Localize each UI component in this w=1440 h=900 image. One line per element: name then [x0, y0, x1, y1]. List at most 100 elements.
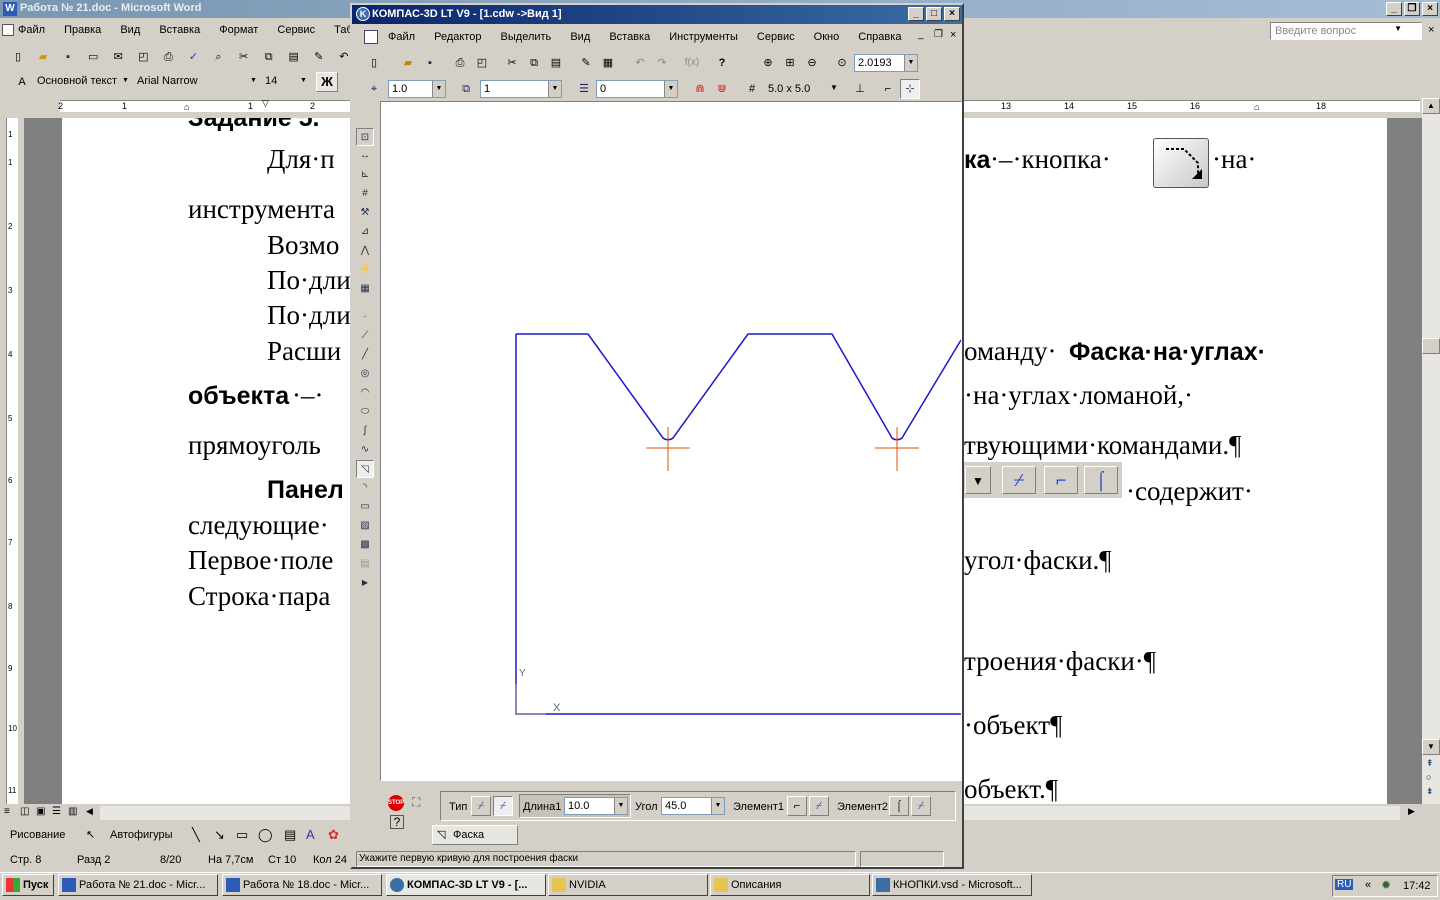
kompas-close-button[interactable]: ×: [944, 7, 960, 21]
kompas-undo-icon[interactable]: ↶: [630, 53, 650, 73]
select-panel-icon[interactable]: ⋀: [356, 242, 374, 260]
font-size-combo[interactable]: 14 ▼: [262, 73, 310, 91]
tray-expand-icon[interactable]: «: [1365, 879, 1371, 891]
kompas-doc-icon[interactable]: [364, 30, 378, 44]
line-style-combo[interactable]: 1.0 ▼: [388, 80, 446, 98]
browse-object-icon[interactable]: ○: [1426, 772, 1431, 782]
word-doc-close-icon[interactable]: ×: [1428, 24, 1434, 36]
word-minimize-button[interactable]: _: [1386, 2, 1402, 16]
kompas-redo-icon[interactable]: ↷: [652, 53, 672, 73]
next-page-icon[interactable]: ⇟: [1426, 786, 1434, 797]
length-input[interactable]: 10.0 ▼: [564, 797, 628, 815]
word-restore-button[interactable]: ❐: [1404, 2, 1420, 16]
save-icon[interactable]: ▪: [58, 47, 78, 67]
rectangle-tool-icon[interactable]: ▭: [236, 827, 248, 843]
chamfer-by-angle-icon[interactable]: ⌿: [493, 796, 513, 816]
kompas-paste-icon[interactable]: ▤: [546, 53, 566, 73]
symbols-panel-icon[interactable]: ⊾: [356, 166, 374, 184]
doc-restore-icon[interactable]: ❐: [934, 29, 943, 40]
circle-tool-icon[interactable]: ◎: [356, 365, 374, 383]
ellipse-tool-icon[interactable]: ⬭: [356, 403, 374, 421]
print-icon[interactable]: ⎙: [158, 47, 178, 67]
stop-icon[interactable]: STOP: [388, 795, 404, 811]
reports-panel-icon[interactable]: ▦: [356, 280, 374, 298]
kompas-format-icon[interactable]: ✎: [576, 53, 596, 73]
rectangle-tool-icon-k[interactable]: ▭: [356, 498, 374, 516]
zoom-in-icon[interactable]: ⊕: [758, 53, 778, 73]
word-menu-view[interactable]: Вид: [120, 24, 140, 36]
web-view-icon[interactable]: ◫: [20, 806, 29, 817]
normal-view-icon[interactable]: ≡: [4, 806, 10, 817]
grid-step-value[interactable]: 5.0 x 5.0: [768, 83, 810, 95]
task-word-18[interactable]: Работа № 18.doc - Micr...: [222, 874, 382, 896]
line-tool-icon[interactable]: ╲: [192, 827, 200, 843]
reading-view-icon[interactable]: ▥: [68, 806, 77, 817]
kompas-menu-select[interactable]: Выделить: [501, 31, 552, 43]
outline-view-icon[interactable]: ☰: [52, 806, 61, 817]
word-menu-insert[interactable]: Вставка: [159, 24, 200, 36]
fill-tool-icon[interactable]: ▩: [356, 536, 374, 554]
chevron-down-icon[interactable]: ▼: [1394, 24, 1402, 33]
ruler-indent-marker[interactable]: ⌂: [184, 102, 189, 112]
word-close-button[interactable]: ×: [1422, 2, 1438, 16]
element1-trim-icon[interactable]: ⌐: [787, 796, 807, 816]
parametrization-icon[interactable]: ⚒: [356, 204, 374, 222]
geometry-panel-icon[interactable]: ⊡: [356, 128, 374, 146]
kompas-open-icon[interactable]: ▰: [398, 53, 418, 73]
chamfer-tool-icon[interactable]: ◹: [356, 460, 374, 478]
kompas-preview-icon[interactable]: ◰: [472, 53, 492, 73]
task-kompas[interactable]: КОМПАС-3D LT V9 - [...: [386, 874, 546, 896]
email-icon[interactable]: ✉: [108, 47, 128, 67]
diagram-tool-icon[interactable]: ✿: [328, 827, 339, 843]
kompas-print-icon[interactable]: ⎙: [450, 53, 470, 73]
word-menu-format[interactable]: Формат: [219, 24, 258, 36]
word-menu-tools[interactable]: Сервис: [277, 24, 315, 36]
kompas-menu-service[interactable]: Сервис: [757, 31, 795, 43]
snap-magnet-icon[interactable]: ⋒: [690, 79, 710, 99]
angle-input[interactable]: 45.0 ▼: [661, 797, 725, 815]
point-tool-icon[interactable]: ·: [356, 308, 374, 326]
prev-page-icon[interactable]: ⇞: [1426, 758, 1434, 769]
kompas-menu-window[interactable]: Окно: [814, 31, 840, 43]
element2-trim-icon[interactable]: ⌠: [889, 796, 909, 816]
wordart-tool-icon[interactable]: A: [306, 827, 315, 842]
research-icon[interactable]: ⌕: [209, 47, 229, 67]
dimensions-panel-icon[interactable]: ↔: [356, 147, 374, 165]
zoom-combo[interactable]: 2.0193 ▼: [854, 54, 918, 72]
bug-tray-icon[interactable]: ✹: [1381, 878, 1391, 892]
styles-icon[interactable]: A: [12, 72, 32, 92]
fillet-tool-icon[interactable]: ◝: [356, 479, 374, 497]
kompas-help-pointer-icon[interactable]: ?: [712, 53, 732, 73]
point-marker-2[interactable]: [875, 427, 919, 471]
format-painter-icon[interactable]: ✎: [309, 47, 329, 67]
arrow-tool-icon[interactable]: ↘: [214, 827, 225, 843]
kompas-menu-tools[interactable]: Инструменты: [669, 31, 738, 43]
auxiliary-line-icon[interactable]: ⟋: [356, 327, 374, 345]
drawing-menu-button[interactable]: Рисование: [10, 829, 65, 841]
view-combo[interactable]: 1 ▼: [480, 80, 562, 98]
kompas-properties-icon[interactable]: ▦: [598, 53, 618, 73]
round-coords-icon[interactable]: ⊹: [900, 79, 920, 99]
drawing-canvas[interactable]: Y X: [380, 101, 962, 781]
help-search-input[interactable]: Введите вопрос ▼: [1270, 22, 1422, 40]
chamfer-by-length-icon[interactable]: ⌿: [471, 796, 491, 816]
segment-tool-icon[interactable]: ╱: [356, 346, 374, 364]
select-objects-icon[interactable]: ↖: [86, 828, 95, 841]
cursor-coords-icon[interactable]: ⌖: [364, 79, 384, 99]
ruler-first-line-marker[interactable]: ▽: [262, 98, 269, 109]
autoshapes-menu-button[interactable]: Автофигуры: [110, 829, 173, 841]
spelling-icon[interactable]: ✓: [183, 47, 203, 67]
kompas-menu-view[interactable]: Вид: [570, 31, 590, 43]
view-manager-icon[interactable]: ⧉: [456, 79, 476, 99]
kompas-cut-icon[interactable]: ✂: [502, 53, 522, 73]
scroll-thumb[interactable]: [1422, 338, 1440, 354]
polyline-tool-icon[interactable]: ∿: [356, 441, 374, 459]
scroll-down-icon[interactable]: ▼: [1422, 739, 1440, 755]
task-word-21[interactable]: Работа № 21.doc - Micr...: [58, 874, 218, 896]
kompas-maximize-button[interactable]: □: [926, 7, 942, 21]
scroll-left-icon[interactable]: ◀: [86, 806, 93, 817]
task-descriptions[interactable]: Описания: [710, 874, 870, 896]
grid-dropdown-icon[interactable]: ▼: [830, 83, 838, 92]
kompas-menu-editor[interactable]: Редактор: [434, 31, 481, 43]
part-contour[interactable]: [515, 334, 961, 715]
